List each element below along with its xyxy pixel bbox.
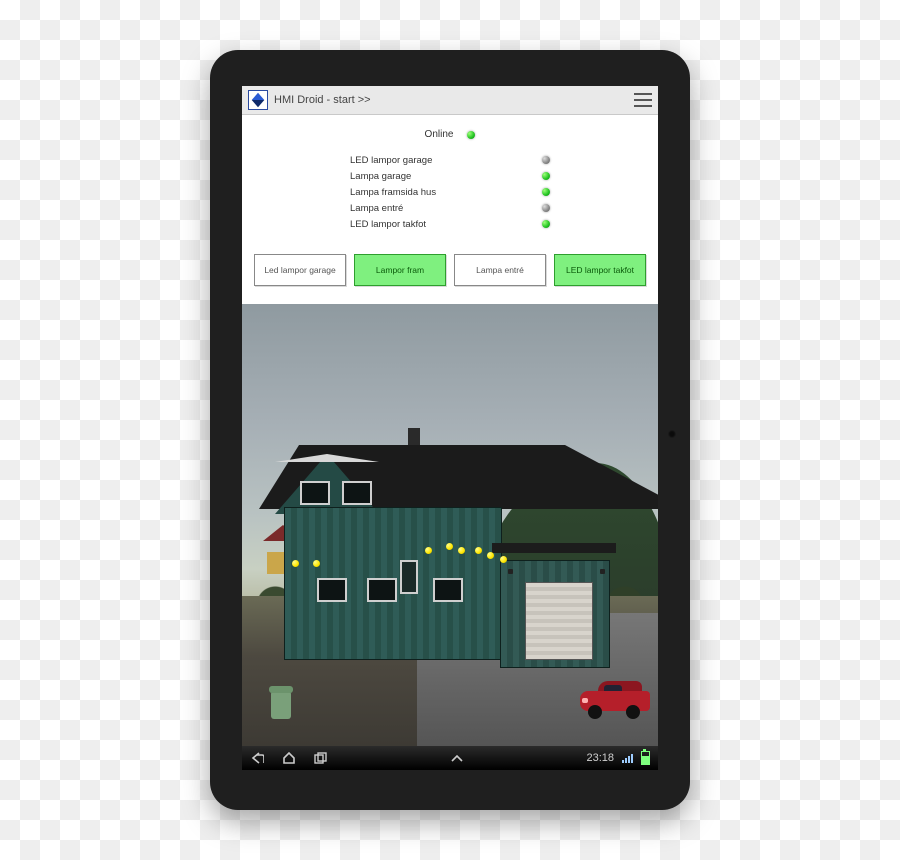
garage-lamp-icon <box>508 569 513 574</box>
status-label: Lampa entré <box>350 203 403 214</box>
wifi-signal-icon <box>622 753 633 763</box>
garage-door <box>525 582 594 659</box>
lamp-indicator-icon <box>500 556 507 563</box>
lamp-indicator-icon <box>475 547 482 554</box>
status-led-icon <box>542 220 550 228</box>
house-scene <box>242 304 658 746</box>
app-topbar: HMI Droid - start >> <box>242 86 658 115</box>
recent-apps-icon[interactable] <box>314 752 328 764</box>
status-led-icon <box>542 188 550 196</box>
status-label: LED lampor takfot <box>350 219 426 230</box>
status-led-icon <box>542 172 550 180</box>
app-title: HMI Droid - start >> <box>274 94 371 106</box>
online-led-icon <box>467 131 475 139</box>
lamp-indicator-icon <box>446 543 453 550</box>
status-list: LED lampor garage Lampa garage Lampa fra… <box>350 152 550 232</box>
car <box>580 683 650 719</box>
trash-bin <box>271 691 291 719</box>
status-led-icon <box>542 204 550 212</box>
online-status: Online <box>252 129 648 140</box>
lamp-indicator-icon <box>487 552 494 559</box>
status-row: Lampa entré <box>350 200 550 216</box>
system-navbar: 23:18 <box>242 746 658 770</box>
toggle-lampor-fram-button[interactable]: Lampor fram <box>354 254 446 286</box>
status-row: Lampa garage <box>350 168 550 184</box>
app-logo-icon <box>248 90 268 110</box>
toggle-led-garage-button[interactable]: Led lampor garage <box>254 254 346 286</box>
back-icon[interactable] <box>250 752 264 764</box>
clock: 23:18 <box>586 752 614 764</box>
tablet-frame: HMI Droid - start >> Online LED lampor g… <box>210 50 690 810</box>
toggle-lampa-entre-button[interactable]: Lampa entré <box>454 254 546 286</box>
status-row: LED lampor takfot <box>350 216 550 232</box>
tablet-camera <box>668 430 676 438</box>
control-panel: Online LED lampor garage Lampa garage La… <box>242 115 658 304</box>
status-label: Lampa framsida hus <box>350 187 436 198</box>
status-row: LED lampor garage <box>350 152 550 168</box>
status-label: Lampa garage <box>350 171 411 182</box>
menu-icon[interactable] <box>634 93 652 107</box>
online-label: Online <box>425 129 454 140</box>
home-icon[interactable] <box>282 752 296 764</box>
tablet-screen: HMI Droid - start >> Online LED lampor g… <box>242 86 658 770</box>
status-label: LED lampor garage <box>350 155 432 166</box>
status-row: Lampa framsida hus <box>350 184 550 200</box>
status-led-icon <box>542 156 550 164</box>
garage-lamp-icon <box>600 569 605 574</box>
page-background: HMI Droid - start >> Online LED lampor g… <box>0 0 900 860</box>
toggle-led-takfot-button[interactable]: LED lampor takfot <box>554 254 646 286</box>
chevron-up-icon[interactable] <box>451 754 463 762</box>
battery-icon <box>641 751 650 765</box>
button-bar: Led lampor garage Lampor fram Lampa entr… <box>252 254 648 286</box>
